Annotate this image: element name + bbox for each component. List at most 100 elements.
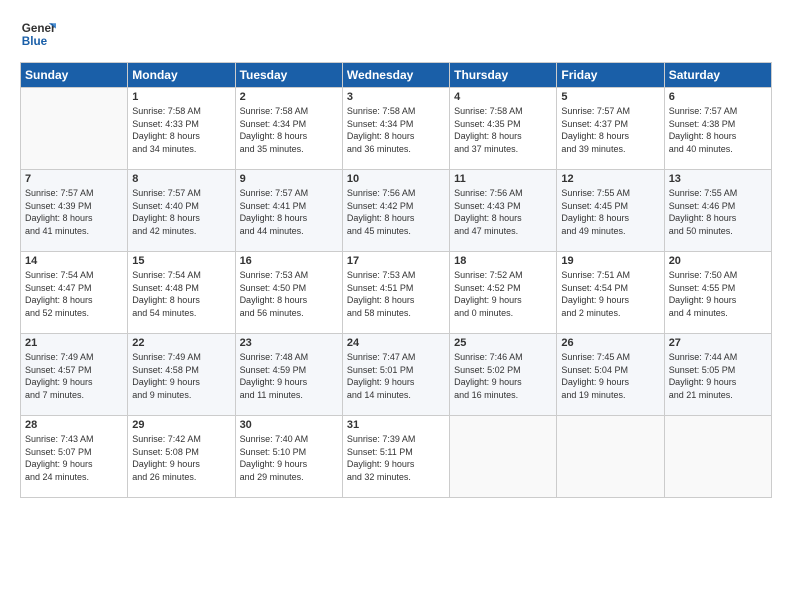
weekday-header-row: SundayMondayTuesdayWednesdayThursdayFrid… (21, 63, 772, 88)
calendar-cell: 12 Sunrise: 7:55 AM Sunset: 4:45 PM Dayli… (557, 170, 664, 252)
cell-content: Sunrise: 7:44 AM Sunset: 5:05 PM Dayligh… (669, 351, 767, 401)
day-number: 14 (25, 255, 123, 267)
calendar-cell: 3 Sunrise: 7:58 AM Sunset: 4:34 PM Daylig… (342, 88, 449, 170)
cell-content: Sunrise: 7:57 AM Sunset: 4:41 PM Dayligh… (240, 187, 338, 237)
svg-text:Blue: Blue (22, 35, 48, 48)
day-number: 3 (347, 91, 445, 103)
day-number: 25 (454, 337, 552, 349)
cell-content: Sunrise: 7:58 AM Sunset: 4:34 PM Dayligh… (240, 105, 338, 155)
calendar-cell: 23 Sunrise: 7:48 AM Sunset: 4:59 PM Dayli… (235, 334, 342, 416)
cell-content: Sunrise: 7:58 AM Sunset: 4:35 PM Dayligh… (454, 105, 552, 155)
day-number: 11 (454, 173, 552, 185)
day-number: 22 (132, 337, 230, 349)
calendar-cell: 4 Sunrise: 7:58 AM Sunset: 4:35 PM Daylig… (450, 88, 557, 170)
weekday-header-friday: Friday (557, 63, 664, 88)
week-row-4: 21 Sunrise: 7:49 AM Sunset: 4:57 PM Dayli… (21, 334, 772, 416)
calendar-cell: 15 Sunrise: 7:54 AM Sunset: 4:48 PM Dayli… (128, 252, 235, 334)
calendar-cell: 10 Sunrise: 7:56 AM Sunset: 4:42 PM Dayli… (342, 170, 449, 252)
cell-content: Sunrise: 7:55 AM Sunset: 4:46 PM Dayligh… (669, 187, 767, 237)
page: General Blue SundayMondayTuesdayWednesda… (0, 0, 792, 612)
cell-content: Sunrise: 7:39 AM Sunset: 5:11 PM Dayligh… (347, 433, 445, 483)
day-number: 24 (347, 337, 445, 349)
calendar-table: SundayMondayTuesdayWednesdayThursdayFrid… (20, 62, 772, 498)
weekday-header-sunday: Sunday (21, 63, 128, 88)
cell-content: Sunrise: 7:54 AM Sunset: 4:48 PM Dayligh… (132, 269, 230, 319)
calendar-cell: 13 Sunrise: 7:55 AM Sunset: 4:46 PM Dayli… (664, 170, 771, 252)
calendar-cell: 6Sunrise: 7:57 AM Sunset: 4:38 PM Daylig… (664, 88, 771, 170)
day-number: 2 (240, 91, 338, 103)
cell-content: Sunrise: 7:51 AM Sunset: 4:54 PM Dayligh… (561, 269, 659, 319)
cell-content: Sunrise: 7:53 AM Sunset: 4:50 PM Dayligh… (240, 269, 338, 319)
calendar-cell: 16 Sunrise: 7:53 AM Sunset: 4:50 PM Dayli… (235, 252, 342, 334)
weekday-header-thursday: Thursday (450, 63, 557, 88)
day-number: 12 (561, 173, 659, 185)
calendar-cell: 31 Sunrise: 7:39 AM Sunset: 5:11 PM Dayli… (342, 416, 449, 498)
day-number: 19 (561, 255, 659, 267)
calendar-cell: 30 Sunrise: 7:40 AM Sunset: 5:10 PM Dayli… (235, 416, 342, 498)
day-number: 4 (454, 91, 552, 103)
day-number: 29 (132, 419, 230, 431)
calendar-cell: 8 Sunrise: 7:57 AM Sunset: 4:40 PM Daylig… (128, 170, 235, 252)
day-number: 6 (669, 91, 767, 103)
day-number: 21 (25, 337, 123, 349)
day-number: 1 (132, 91, 230, 103)
cell-content: Sunrise: 7:40 AM Sunset: 5:10 PM Dayligh… (240, 433, 338, 483)
day-number: 20 (669, 255, 767, 267)
calendar-cell: 25 Sunrise: 7:46 AM Sunset: 5:02 PM Dayli… (450, 334, 557, 416)
calendar-cell (664, 416, 771, 498)
cell-content: Sunrise: 7:46 AM Sunset: 5:02 PM Dayligh… (454, 351, 552, 401)
day-number: 5 (561, 91, 659, 103)
cell-content: Sunrise: 7:58 AM Sunset: 4:33 PM Dayligh… (132, 105, 230, 155)
cell-content: Sunrise: 7:56 AM Sunset: 4:42 PM Dayligh… (347, 187, 445, 237)
cell-content: Sunrise: 7:49 AM Sunset: 4:57 PM Dayligh… (25, 351, 123, 401)
calendar-cell: 9 Sunrise: 7:57 AM Sunset: 4:41 PM Daylig… (235, 170, 342, 252)
calendar-cell: 1 Sunrise: 7:58 AM Sunset: 4:33 PM Daylig… (128, 88, 235, 170)
weekday-header-tuesday: Tuesday (235, 63, 342, 88)
calendar-cell: 7 Sunrise: 7:57 AM Sunset: 4:39 PM Daylig… (21, 170, 128, 252)
cell-content: Sunrise: 7:50 AM Sunset: 4:55 PM Dayligh… (669, 269, 767, 319)
cell-content: Sunrise: 7:55 AM Sunset: 4:45 PM Dayligh… (561, 187, 659, 237)
day-number: 31 (347, 419, 445, 431)
calendar-cell (450, 416, 557, 498)
calendar-cell: 2 Sunrise: 7:58 AM Sunset: 4:34 PM Daylig… (235, 88, 342, 170)
cell-content: Sunrise: 7:43 AM Sunset: 5:07 PM Dayligh… (25, 433, 123, 483)
day-number: 30 (240, 419, 338, 431)
day-number: 9 (240, 173, 338, 185)
cell-content: Sunrise: 7:53 AM Sunset: 4:51 PM Dayligh… (347, 269, 445, 319)
day-number: 26 (561, 337, 659, 349)
cell-content: Sunrise: 7:57 AM Sunset: 4:37 PM Dayligh… (561, 105, 659, 155)
header: General Blue (20, 16, 772, 52)
calendar-cell: 17Sunrise: 7:53 AM Sunset: 4:51 PM Dayli… (342, 252, 449, 334)
calendar-cell: 27 Sunrise: 7:44 AM Sunset: 5:05 PM Dayli… (664, 334, 771, 416)
logo: General Blue (20, 16, 56, 52)
weekday-header-saturday: Saturday (664, 63, 771, 88)
calendar-cell: 21 Sunrise: 7:49 AM Sunset: 4:57 PM Dayli… (21, 334, 128, 416)
logo-icon: General Blue (20, 16, 56, 52)
day-number: 27 (669, 337, 767, 349)
cell-content: Sunrise: 7:57 AM Sunset: 4:39 PM Dayligh… (25, 187, 123, 237)
day-number: 13 (669, 173, 767, 185)
calendar-cell: 19 Sunrise: 7:51 AM Sunset: 4:54 PM Dayli… (557, 252, 664, 334)
calendar-cell: 20 Sunrise: 7:50 AM Sunset: 4:55 PM Dayli… (664, 252, 771, 334)
cell-content: Sunrise: 7:57 AM Sunset: 4:40 PM Dayligh… (132, 187, 230, 237)
calendar-cell (21, 88, 128, 170)
weekday-header-wednesday: Wednesday (342, 63, 449, 88)
day-number: 15 (132, 255, 230, 267)
calendar-cell (557, 416, 664, 498)
day-number: 28 (25, 419, 123, 431)
day-number: 7 (25, 173, 123, 185)
calendar-cell: 11Sunrise: 7:56 AM Sunset: 4:43 PM Dayli… (450, 170, 557, 252)
calendar-cell: 18Sunrise: 7:52 AM Sunset: 4:52 PM Dayli… (450, 252, 557, 334)
cell-content: Sunrise: 7:48 AM Sunset: 4:59 PM Dayligh… (240, 351, 338, 401)
cell-content: Sunrise: 7:58 AM Sunset: 4:34 PM Dayligh… (347, 105, 445, 155)
cell-content: Sunrise: 7:47 AM Sunset: 5:01 PM Dayligh… (347, 351, 445, 401)
day-number: 10 (347, 173, 445, 185)
week-row-5: 28 Sunrise: 7:43 AM Sunset: 5:07 PM Dayli… (21, 416, 772, 498)
calendar-cell: 22Sunrise: 7:49 AM Sunset: 4:58 PM Dayli… (128, 334, 235, 416)
day-number: 16 (240, 255, 338, 267)
week-row-2: 7 Sunrise: 7:57 AM Sunset: 4:39 PM Daylig… (21, 170, 772, 252)
week-row-1: 1 Sunrise: 7:58 AM Sunset: 4:33 PM Daylig… (21, 88, 772, 170)
cell-content: Sunrise: 7:45 AM Sunset: 5:04 PM Dayligh… (561, 351, 659, 401)
day-number: 8 (132, 173, 230, 185)
day-number: 23 (240, 337, 338, 349)
